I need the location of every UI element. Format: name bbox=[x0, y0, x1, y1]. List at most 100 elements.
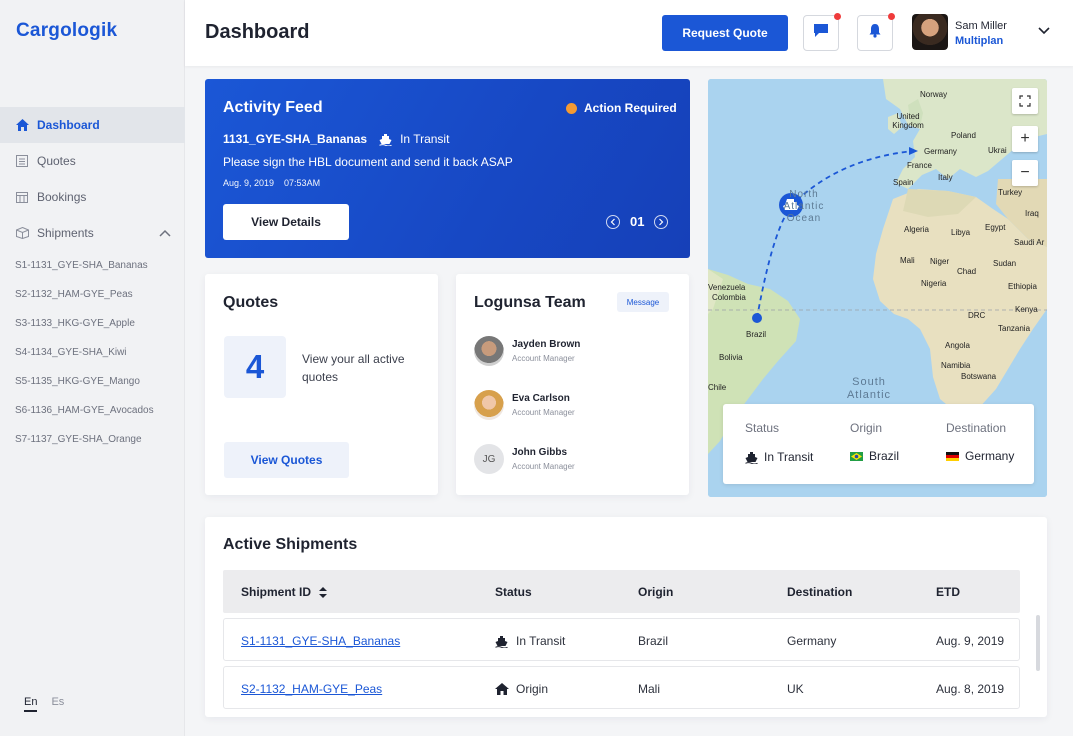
table-row[interactable]: S2-1132_HAM-GYE_Peas Origin Mali UK Aug.… bbox=[223, 666, 1020, 709]
sidebar-nav: Dashboard Quotes Bookings Shipments S1-1… bbox=[0, 107, 185, 454]
sidebar-shipment-item[interactable]: S2-1132_HAM-GYE_Peas bbox=[0, 280, 185, 309]
sidebar-shipment-item[interactable]: S7-1137_GYE-SHA_Orange bbox=[0, 425, 185, 454]
zoom-out-button[interactable]: − bbox=[1012, 160, 1038, 186]
home-icon bbox=[15, 118, 29, 132]
bell-icon bbox=[868, 23, 882, 43]
view-details-button[interactable]: View Details bbox=[223, 204, 349, 240]
chevron-right-icon[interactable] bbox=[654, 214, 669, 229]
quotes-count: 4 bbox=[224, 336, 286, 398]
language-es[interactable]: Es bbox=[51, 696, 64, 712]
sort-icon[interactable] bbox=[319, 586, 328, 598]
brazil-flag-icon bbox=[850, 451, 863, 461]
sidebar-shipment-item[interactable]: S5-1135_HKG-GYE_Mango bbox=[0, 367, 185, 396]
shipment-origin: Mali bbox=[638, 682, 661, 696]
messages-button[interactable] bbox=[803, 13, 841, 51]
sidebar-shipment-item[interactable]: S1-1131_GYE-SHA_Bananas bbox=[0, 251, 185, 280]
zoom-in-button[interactable]: + bbox=[1012, 126, 1038, 152]
table-row[interactable]: S1-1131_GYE-SHA_Bananas In Transit Brazi… bbox=[223, 618, 1020, 661]
map-label: Brazil bbox=[746, 330, 767, 339]
chevron-up-icon[interactable] bbox=[159, 226, 171, 240]
quotes-title: Quotes bbox=[223, 294, 279, 311]
request-quote-button[interactable]: Request Quote bbox=[662, 15, 788, 51]
sidebar-item-label: Shipments bbox=[37, 226, 94, 240]
column-etd: ETD bbox=[936, 585, 960, 599]
table-scrollbar[interactable] bbox=[1036, 615, 1040, 671]
destination-heading: Destination bbox=[946, 421, 1007, 435]
shipment-id-link[interactable]: S1-1131_GYE-SHA_Bananas bbox=[241, 634, 400, 648]
fullscreen-button[interactable] bbox=[1012, 88, 1038, 114]
table-header: Shipment ID Status Origin Destination ET… bbox=[223, 570, 1020, 613]
chevron-left-icon[interactable] bbox=[606, 214, 620, 229]
activity-pager: 01 bbox=[606, 214, 669, 229]
shipment-destination: UK bbox=[787, 682, 804, 696]
shipment-map[interactable]: Norway United Kingdom Poland Germany Ukr… bbox=[708, 79, 1047, 497]
member-name: Jayden Brown bbox=[512, 339, 581, 350]
map-label: Italy bbox=[938, 173, 953, 182]
map-label: France bbox=[907, 161, 932, 170]
shipment-destination: Germany bbox=[787, 634, 837, 648]
map-label: Angola bbox=[945, 341, 970, 350]
user-avatar[interactable] bbox=[912, 14, 948, 50]
sidebar-item-bookings[interactable]: Bookings bbox=[0, 179, 185, 215]
map-label: Tanzania bbox=[998, 324, 1031, 333]
sidebar-shipment-item[interactable]: S3-1133_HKG-GYE_Apple bbox=[0, 309, 185, 338]
route-destination-value: Germany bbox=[965, 449, 1015, 463]
map-label: South Atlantic bbox=[846, 376, 892, 401]
map-label: Turkey bbox=[998, 188, 1023, 197]
sidebar-shipment-item[interactable]: S4-1134_GYE-SHA_Kiwi bbox=[0, 338, 185, 367]
map-label: Colombia bbox=[712, 293, 746, 302]
message-team-button[interactable]: Message bbox=[617, 292, 669, 312]
sidebar-item-label: Dashboard bbox=[37, 118, 100, 132]
user-name[interactable]: Sam Miller bbox=[955, 20, 1007, 32]
route-status-value: In Transit bbox=[764, 450, 814, 464]
column-shipment-id[interactable]: Shipment ID bbox=[241, 585, 328, 599]
calendar-icon bbox=[15, 190, 29, 204]
map-label: Iraq bbox=[1025, 209, 1039, 218]
sidebar-item-dashboard[interactable]: Dashboard bbox=[0, 107, 185, 143]
map-label: DRC bbox=[968, 311, 986, 320]
chevron-down-icon[interactable] bbox=[1038, 22, 1050, 40]
member-role: Account Manager bbox=[512, 462, 575, 471]
team-member[interactable]: JG John Gibbs Account Manager bbox=[474, 444, 674, 476]
shipment-etd: Aug. 9, 2019 bbox=[936, 634, 1005, 648]
sidebar-shipment-item[interactable]: S6-1136_HAM-GYE_Avocados bbox=[0, 396, 185, 425]
notifications-button[interactable] bbox=[857, 13, 895, 51]
activity-shipment-id: 1131_GYE-SHA_Bananas bbox=[223, 132, 368, 146]
sidebar-item-shipments[interactable]: Shipments bbox=[0, 215, 185, 251]
expand-icon bbox=[1019, 95, 1031, 107]
team-member[interactable]: Eva Carlson Account Manager bbox=[474, 390, 674, 422]
team-member[interactable]: Jayden Brown Account Manager bbox=[474, 336, 674, 368]
map-label: Kenya bbox=[1015, 305, 1038, 314]
shipment-status: In Transit bbox=[495, 634, 565, 648]
page-title: Dashboard bbox=[205, 21, 310, 43]
notification-dot bbox=[834, 13, 841, 20]
map-label: Libya bbox=[951, 228, 971, 237]
route-status: In Transit bbox=[745, 450, 813, 464]
map-label: North Atlantic Ocean bbox=[783, 189, 825, 224]
map-label: Egypt bbox=[985, 223, 1006, 232]
map-label: Germany bbox=[924, 147, 957, 156]
map-label: Norway bbox=[920, 90, 948, 99]
ship-icon bbox=[495, 635, 508, 648]
route-destination: Germany bbox=[946, 449, 1014, 463]
user-organization[interactable]: Multiplan bbox=[955, 35, 1003, 47]
map-label: Poland bbox=[951, 131, 976, 140]
notification-dot bbox=[888, 13, 895, 20]
member-role: Account Manager bbox=[512, 354, 575, 363]
view-quotes-button[interactable]: View Quotes bbox=[224, 442, 349, 478]
shipment-id-link[interactable]: S2-1132_HAM-GYE_Peas bbox=[241, 682, 382, 696]
map-label: Venezuela bbox=[708, 283, 746, 292]
map-label: Ukrai bbox=[988, 146, 1007, 155]
app-logo[interactable]: Cargologik bbox=[16, 20, 117, 42]
map-label: Nigeria bbox=[921, 279, 947, 288]
activity-page-number: 01 bbox=[630, 214, 645, 229]
active-shipments-card: Active Shipments Shipment ID Status Orig… bbox=[205, 517, 1047, 717]
language-en[interactable]: En bbox=[24, 696, 38, 712]
action-required-label: Action Required bbox=[584, 101, 677, 115]
team-title: Logunsa Team bbox=[474, 294, 586, 311]
column-label: Shipment ID bbox=[241, 585, 312, 599]
activity-status: In Transit bbox=[379, 132, 449, 146]
column-destination: Destination bbox=[787, 585, 853, 599]
sidebar-item-quotes[interactable]: Quotes bbox=[0, 143, 185, 179]
status-heading: Status bbox=[745, 421, 780, 435]
